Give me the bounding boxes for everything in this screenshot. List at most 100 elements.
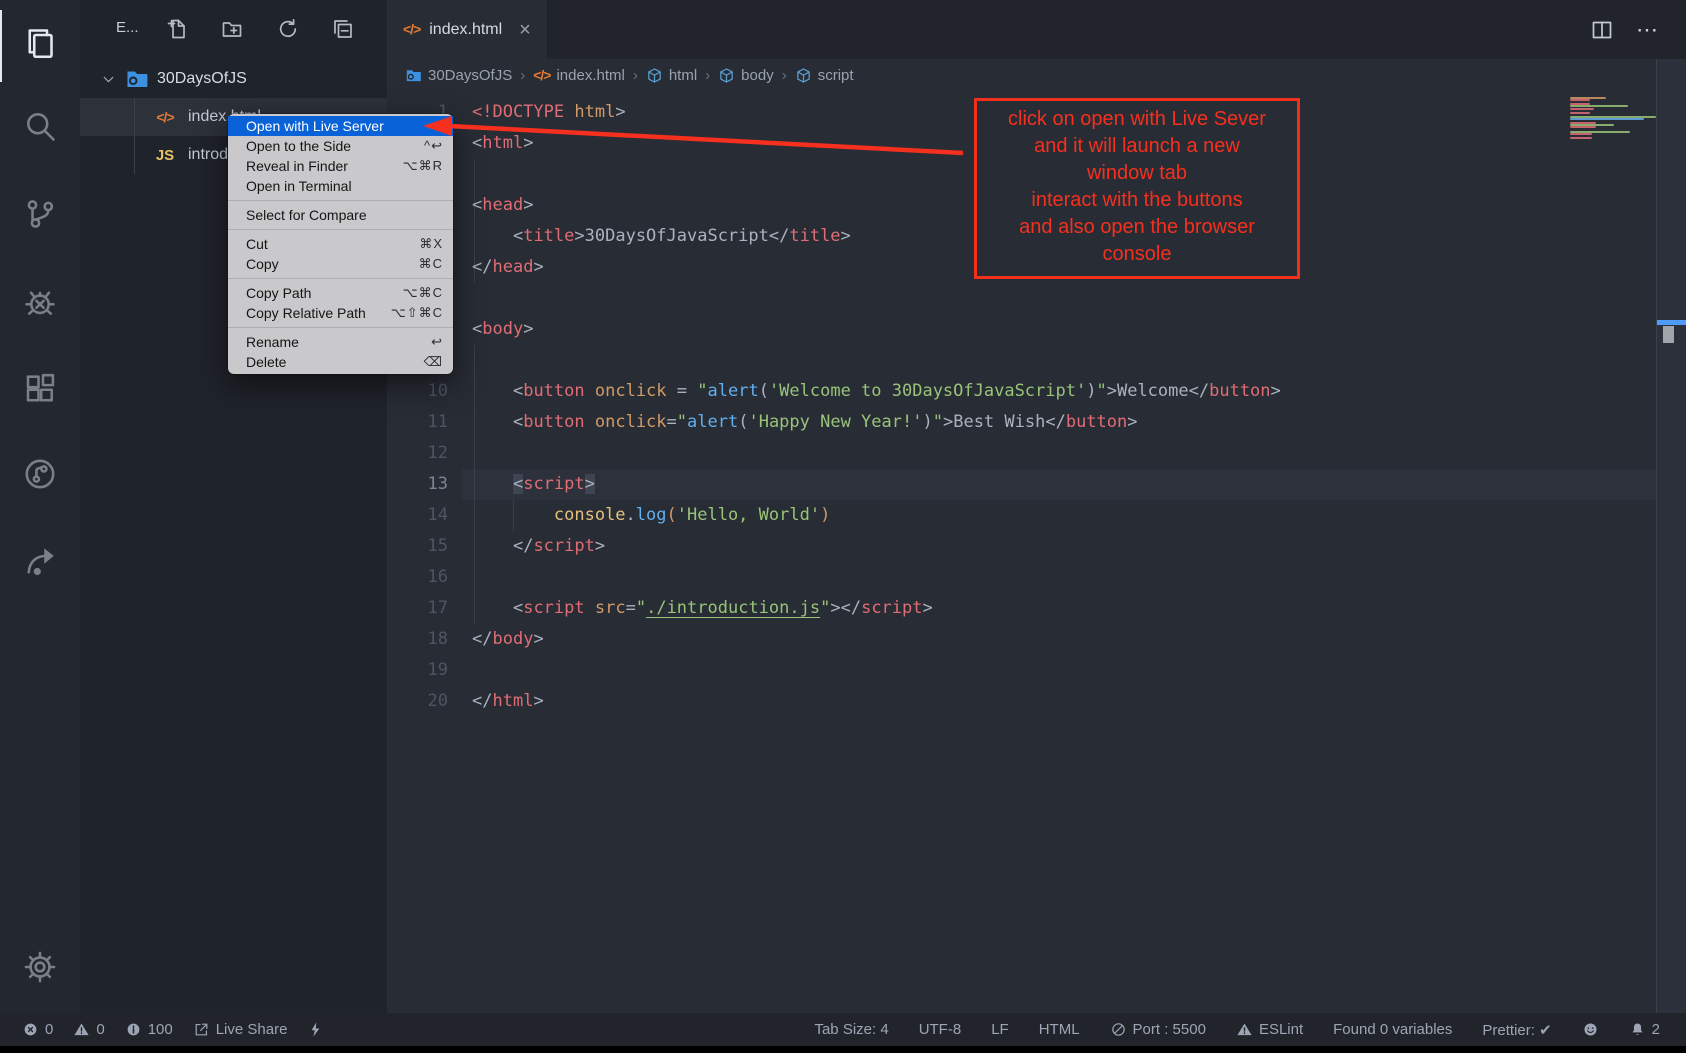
minimap-line bbox=[1570, 108, 1594, 110]
status-eol[interactable]: LF bbox=[991, 1021, 1009, 1038]
breadcrumb-item-script[interactable]: script bbox=[795, 67, 854, 84]
menu-item-shortcut: ⌘X bbox=[419, 234, 443, 254]
activity-item-remote-explorer[interactable] bbox=[0, 440, 80, 512]
code-line-20[interactable]: </html> bbox=[472, 686, 544, 717]
status-prettier[interactable]: Prettier: ✔ bbox=[1482, 1021, 1551, 1039]
files-icon bbox=[23, 26, 59, 67]
status-label: ESLint bbox=[1259, 1021, 1303, 1038]
menu-item-reveal-in-finder[interactable]: Reveal in Finder⌥⌘R bbox=[228, 156, 453, 176]
menu-item-open-to-the-side[interactable]: Open to the Side^↩ bbox=[228, 136, 453, 156]
annotation-box: click on open with Live Severand it will… bbox=[974, 98, 1300, 279]
menu-item-rename[interactable]: Rename ↩ bbox=[228, 332, 453, 352]
breadcrumb-label: 30DaysOfJS bbox=[428, 67, 512, 84]
scrollbar-thumb[interactable] bbox=[1663, 326, 1674, 343]
window-bottom-edge bbox=[0, 1046, 1686, 1053]
menu-item-shortcut: ⌥⇧⌘C bbox=[391, 303, 443, 323]
code-line-11[interactable]: <button onclick="alert('Happy New Year!'… bbox=[472, 407, 1138, 438]
menu-item-copy-path[interactable]: Copy Path⌥⌘C bbox=[228, 283, 453, 303]
code-line-8[interactable]: <body> bbox=[472, 314, 533, 345]
activity-item-extensions[interactable] bbox=[0, 355, 80, 427]
menu-item-open-with-live-server[interactable]: Open with Live Server bbox=[228, 116, 453, 136]
status-warnings[interactable]: 0 bbox=[73, 1021, 104, 1038]
menu-item-copy-relative-path[interactable]: Copy Relative Path ⌥⇧⌘C bbox=[228, 303, 453, 323]
menu-item-label: Delete bbox=[246, 352, 286, 372]
status-live-server-bolt[interactable] bbox=[307, 1021, 324, 1038]
activity-item-source-control[interactable] bbox=[0, 180, 80, 252]
status-live-server-port[interactable]: Port : 5500 bbox=[1110, 1021, 1206, 1038]
line-number: 11 bbox=[387, 407, 448, 438]
status-bar-left: 0 0 100 Live Share bbox=[0, 1013, 324, 1046]
tab-index-html[interactable]: </> index.html × bbox=[387, 0, 547, 59]
status-tab-size[interactable]: Tab Size: 4 bbox=[814, 1021, 888, 1038]
status-info-count[interactable]: 100 bbox=[125, 1021, 173, 1038]
split-editor-icon[interactable] bbox=[1588, 16, 1616, 44]
status-encoding[interactable]: UTF-8 bbox=[919, 1021, 962, 1038]
breadcrumb-item-30daysofjs[interactable]: 30DaysOfJS bbox=[405, 67, 512, 84]
status-label: Prettier: ✔ bbox=[1482, 1021, 1551, 1039]
menu-item-shortcut: ↩ bbox=[431, 332, 443, 352]
js-badge-icon: JS bbox=[152, 147, 178, 164]
breadcrumb-item-index-html[interactable]: </>index.html bbox=[533, 67, 625, 84]
gear-icon bbox=[22, 949, 58, 990]
code-line-6[interactable]: </head> bbox=[472, 252, 544, 283]
folder-name: 30DaysOfJS bbox=[157, 70, 247, 88]
new-folder-icon[interactable] bbox=[219, 16, 245, 42]
activity-item-explorer[interactable] bbox=[0, 10, 80, 82]
code-line-2[interactable]: <html> bbox=[472, 128, 533, 159]
tab-label: index.html bbox=[429, 21, 502, 39]
code-line-17[interactable]: <script src="./introduction.js"></script… bbox=[472, 593, 933, 624]
code-line-13[interactable]: <script> bbox=[472, 469, 595, 500]
menu-item-label: Open in Terminal bbox=[246, 176, 352, 196]
more-actions-icon[interactable]: ⋯ bbox=[1632, 16, 1664, 44]
menu-item-copy[interactable]: Copy⌘C bbox=[228, 254, 453, 274]
breadcrumb-item-body[interactable]: body bbox=[718, 67, 774, 84]
status-language-mode[interactable]: HTML bbox=[1039, 1021, 1080, 1038]
code-line-15[interactable]: </script> bbox=[472, 531, 605, 562]
menu-item-cut[interactable]: Cut⌘X bbox=[228, 234, 453, 254]
minimap[interactable] bbox=[1568, 97, 1656, 167]
line-number: 19 bbox=[387, 655, 448, 686]
menu-item-label: Select for Compare bbox=[246, 205, 367, 225]
breadcrumb-item-html[interactable]: html bbox=[646, 67, 697, 84]
status-feedback[interactable] bbox=[1582, 1021, 1599, 1038]
code-line-14[interactable]: console.log('Hello, World') bbox=[472, 500, 830, 531]
breadcrumb-separator: › bbox=[782, 67, 787, 84]
scrollbar-rail[interactable] bbox=[1656, 59, 1686, 1013]
status-live-share[interactable]: Live Share bbox=[193, 1021, 288, 1038]
tab-close-icon[interactable]: × bbox=[519, 20, 531, 40]
menu-separator bbox=[228, 229, 453, 230]
collapse-all-icon[interactable] bbox=[330, 16, 356, 42]
menu-item-open-in-terminal[interactable]: Open in Terminal bbox=[228, 176, 453, 196]
activity-item-settings[interactable] bbox=[0, 933, 80, 1005]
folder-row-30daysofjs[interactable]: 30DaysOfJS bbox=[80, 62, 387, 96]
refresh-icon[interactable] bbox=[275, 16, 301, 42]
menu-item-label: Open to the Side bbox=[246, 136, 351, 156]
error-icon bbox=[22, 1021, 39, 1038]
activity-item-live-share[interactable] bbox=[0, 527, 80, 599]
status-variables-found[interactable]: Found 0 variables bbox=[1333, 1021, 1452, 1038]
circle-branch-icon bbox=[22, 456, 58, 497]
live-share-icon bbox=[193, 1021, 210, 1038]
activity-item-search[interactable] bbox=[0, 92, 80, 164]
code-line-18[interactable]: </body> bbox=[472, 624, 544, 655]
code-line-10[interactable]: <button onclick = "alert('Welcome to 30D… bbox=[472, 376, 1281, 407]
activity-bar bbox=[0, 0, 80, 1013]
code-line-4[interactable]: <head> bbox=[472, 190, 533, 221]
folder-icon bbox=[125, 67, 149, 91]
status-errors[interactable]: 0 bbox=[22, 1021, 53, 1038]
menu-item-label: Rename bbox=[246, 332, 299, 352]
new-file-icon[interactable] bbox=[165, 16, 191, 42]
menu-item-select-for-compare[interactable]: Select for Compare bbox=[228, 205, 453, 225]
menu-item-delete[interactable]: Delete⌫ bbox=[228, 352, 453, 372]
code-line-5[interactable]: <title>30DaysOfJavaScript</title> bbox=[472, 221, 851, 252]
minimap-line bbox=[1570, 112, 1590, 114]
folder-blue-icon bbox=[405, 67, 422, 84]
symbol-cube-icon bbox=[795, 67, 812, 84]
explorer-title: E... bbox=[116, 19, 139, 36]
menu-item-label: Copy Relative Path bbox=[246, 303, 366, 323]
status-notifications[interactable]: 2 bbox=[1629, 1021, 1660, 1038]
activity-item-run-and-debug[interactable] bbox=[0, 268, 80, 340]
status-eslint[interactable]: ESLint bbox=[1236, 1021, 1303, 1038]
code-line-1[interactable]: <!DOCTYPE html> bbox=[472, 97, 626, 128]
breadcrumb-label: script bbox=[818, 67, 854, 84]
